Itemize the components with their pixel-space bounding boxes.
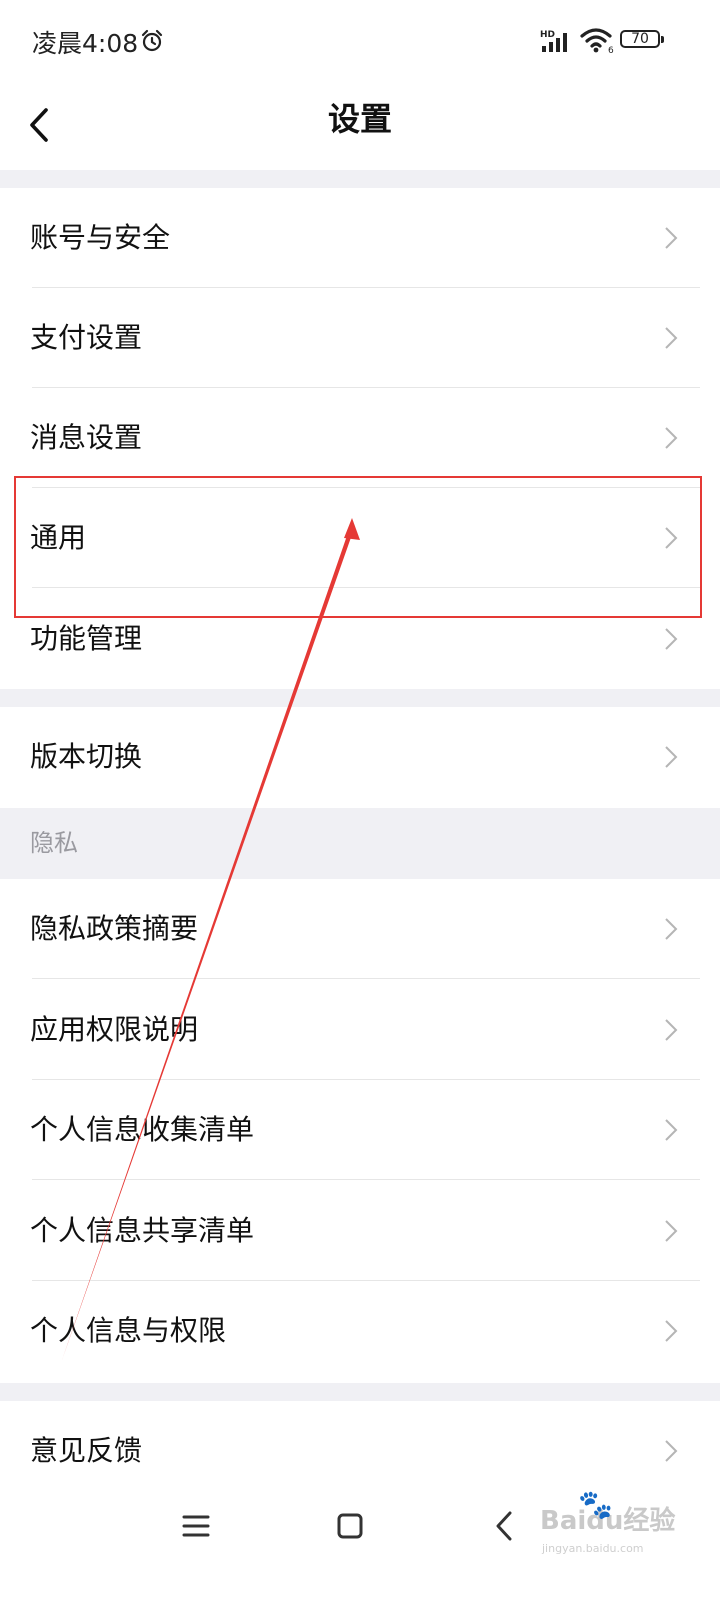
settings-item-payment[interactable]: 支付设置 <box>0 288 720 388</box>
chevron-right-icon <box>665 746 678 768</box>
chevron-right-icon <box>665 1019 678 1041</box>
wifi-badge-text: 6 <box>608 46 614 55</box>
item-label: 意见反馈 <box>30 1434 143 1467</box>
settings-item-app-permissions[interactable]: 应用权限说明 <box>0 980 720 1080</box>
item-label: 消息设置 <box>30 421 143 454</box>
chevron-right-icon <box>665 1119 678 1141</box>
chevron-right-icon <box>665 427 678 449</box>
menu-icon[interactable] <box>182 1512 210 1540</box>
home-icon[interactable] <box>336 1512 364 1540</box>
item-label: 个人信息收集清单 <box>30 1113 255 1146</box>
settings-item-info-collection[interactable]: 个人信息收集清单 <box>0 1080 720 1180</box>
section-gap <box>0 689 720 707</box>
settings-item-privacy-summary[interactable]: 隐私政策摘要 <box>0 879 720 979</box>
chevron-right-icon <box>665 327 678 349</box>
chevron-right-icon <box>665 1440 678 1462</box>
section-header-label: 隐私 <box>30 829 78 857</box>
settings-item-feedback[interactable]: 意见反馈 <box>0 1401 720 1501</box>
status-bar: 凌晨4:08 HD 6 70 <box>0 0 720 84</box>
page-title: 设置 <box>327 100 392 138</box>
settings-item-account-security[interactable]: 账号与安全 <box>0 188 720 288</box>
item-label: 账号与安全 <box>30 221 171 254</box>
chevron-right-icon <box>665 227 678 249</box>
battery-level: 70 <box>620 30 660 48</box>
back-button[interactable] <box>20 98 60 154</box>
watermark-url: jingyan.baidu.com <box>542 1542 644 1555</box>
section-gap <box>0 170 720 188</box>
section-gap <box>0 1383 720 1401</box>
privacy-section-header: 隐私 <box>0 808 720 879</box>
settings-item-info-sharing[interactable]: 个人信息共享清单 <box>0 1181 720 1281</box>
item-label: 个人信息共享清单 <box>30 1214 255 1247</box>
alarm-icon <box>141 29 163 52</box>
chevron-right-icon <box>665 628 678 650</box>
item-label: 支付设置 <box>30 321 143 354</box>
back-nav-icon[interactable] <box>490 1510 518 1542</box>
status-time: 凌晨4:08 <box>32 29 139 58</box>
chevron-right-icon <box>665 918 678 940</box>
item-label: 个人信息与权限 <box>30 1314 227 1347</box>
chevron-right-icon <box>665 1220 678 1242</box>
battery-icon: 70 <box>620 30 666 52</box>
highlight-box <box>14 476 702 618</box>
wifi-icon: 6 <box>580 28 614 55</box>
nav-bar: 设置 <box>0 84 720 170</box>
watermark: 🐾 Baidu经验 jingyan.baidu.com <box>540 1488 710 1560</box>
network-type-text: HD <box>540 30 555 40</box>
item-label: 隐私政策摘要 <box>30 912 199 945</box>
settings-item-version-switch[interactable]: 版本切换 <box>0 707 720 807</box>
item-label: 应用权限说明 <box>30 1013 199 1046</box>
signal-icon: HD <box>540 30 567 52</box>
chevron-right-icon <box>665 1320 678 1342</box>
settings-item-info-permissions[interactable]: 个人信息与权限 <box>0 1281 720 1381</box>
settings-item-messages[interactable]: 消息设置 <box>0 388 720 488</box>
paw-logo-icon: 🐾 <box>578 1488 613 1521</box>
item-label: 版本切换 <box>30 740 143 773</box>
